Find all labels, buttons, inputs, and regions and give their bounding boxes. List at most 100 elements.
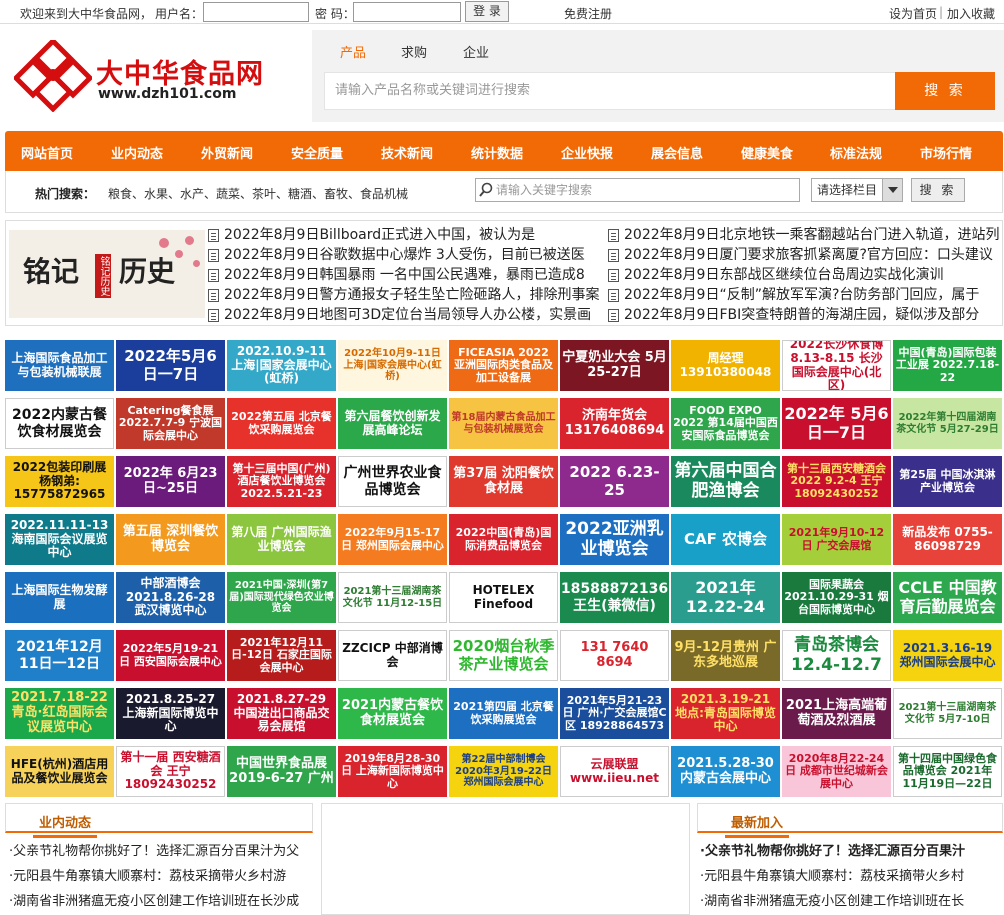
list-item[interactable]: ·父亲节礼物帮你挑好了！选择汇源百分百果汁为父: [9, 840, 309, 865]
ad-banner[interactable]: 2020年8月22-24日 成都市世纪城新会展中心: [782, 746, 891, 797]
ad-banner[interactable]: Catering餐食展 2022.7.7-9 宁波国际会展中心: [116, 398, 225, 449]
list-item[interactable]: ·元阳县牛角寨镇大顺寨村：荔枝采摘带火乡村: [700, 865, 1000, 890]
nav-trade-news[interactable]: 外贸新闻: [201, 143, 253, 162]
ad-banner[interactable]: 第18届内蒙古食品加工与包装机械展览会: [449, 398, 558, 449]
ad-banner[interactable]: ZZCICP 中部消博会: [338, 630, 447, 681]
news-item[interactable]: 2022年8月9日Billboard正式进入中国，被认为是: [208, 225, 600, 245]
ad-banner[interactable]: 周经理 13910380048: [671, 340, 780, 391]
ad-banner[interactable]: 中国世界食品展 2019-6-27 广州: [227, 746, 336, 797]
nav-industry-news[interactable]: 业内动态: [111, 143, 163, 162]
news-item[interactable]: 2022年8月9日谷歌数据中心爆炸 3人受伤，目前已被送医: [208, 245, 600, 265]
ad-banner[interactable]: 2022包装印刷展 杨钢弟: 15775872965: [5, 456, 114, 507]
ad-banner[interactable]: 第六届餐饮创新发展高峰论坛: [338, 398, 447, 449]
ad-banner[interactable]: 2022长沙休食博 8.13-8.15 长沙国际会展中心(北区): [782, 340, 891, 391]
main-search-input[interactable]: 请输入产品名称或关键词进行搜索: [324, 72, 896, 110]
ad-banner[interactable]: 广州世界农业食品博览会: [338, 456, 447, 507]
news-item[interactable]: 2022年8月9日“反制”解放军军演?台防务部门回应，属于: [608, 285, 1000, 305]
ad-banner[interactable]: 2021.3.16-19 郑州国际会展中心: [893, 630, 1002, 681]
ad-banner[interactable]: 2022第五届 北京餐饮采购展览会: [227, 398, 336, 449]
nav-statistics[interactable]: 统计数据: [471, 143, 523, 162]
ad-banner[interactable]: 新品发布 0755-86098729: [893, 514, 1002, 565]
ad-banner[interactable]: 济南年货会 13176408694: [560, 398, 669, 449]
ad-banner[interactable]: 2022内蒙古餐饮食材展览会: [5, 398, 114, 449]
ad-banner[interactable]: 2022年 6月23日~25日: [116, 456, 225, 507]
ad-banner[interactable]: 云展联盟 www.iieu.net: [560, 746, 669, 797]
ad-banner[interactable]: 2022.10.9-11 上海|国家会展中心(虹桥): [227, 340, 336, 391]
search-tab-company[interactable]: 企业: [463, 42, 489, 61]
ad-banner[interactable]: 2021第十三届湖南茶文化节 11月12-15日: [338, 572, 447, 623]
ad-banner[interactable]: 2022.11.11-13 海南国际会议展览中心: [5, 514, 114, 565]
ad-banner[interactable]: 第25届 中国冰淇淋产业博览会: [893, 456, 1002, 507]
ad-banner[interactable]: 第八届 广州国际渔业博览会: [227, 514, 336, 565]
ad-banner[interactable]: 2022年 5月6日一7日: [782, 398, 891, 449]
ad-banner[interactable]: 9月-12月贵州 广东多地巡展: [671, 630, 780, 681]
search-tab-product[interactable]: 产品: [340, 42, 366, 61]
chevron-down-icon[interactable]: [882, 179, 902, 201]
ad-banner[interactable]: 青岛茶博会 12.4-12.7: [782, 630, 891, 681]
ad-banner[interactable]: 2021年12月 11日一12日: [5, 630, 114, 681]
ad-banner[interactable]: 2021内蒙古餐饮食材展览会: [338, 688, 447, 739]
nav-market[interactable]: 市场行情: [920, 143, 972, 162]
nav-home[interactable]: 网站首页: [21, 143, 73, 162]
ad-banner[interactable]: HFE(杭州)酒店用品及餐饮业展览会: [5, 746, 114, 797]
ad-banner[interactable]: 2021年9月10-12日 广交会展馆: [782, 514, 891, 565]
keyword-input[interactable]: 请输入关键字搜索: [475, 178, 800, 202]
nav-standards[interactable]: 标准法规: [830, 143, 882, 162]
list-item[interactable]: ·父亲节礼物帮你挑好了！选择汇源百分百果汁: [700, 840, 1000, 865]
ad-banner[interactable]: 2021第四届 北京餐饮采购展览会: [449, 688, 558, 739]
ad-banner[interactable]: 第十一届 西安糖酒会 王宁 18092430252: [116, 746, 225, 797]
list-item[interactable]: ·元阳县牛角寨镇大顺寨村：荔枝采摘带火乡村游: [9, 865, 309, 890]
ad-banner[interactable]: 第五届 深圳餐饮博览会: [116, 514, 225, 565]
ad-banner[interactable]: 中国(青岛)国际包装工业展 2022.7.18-22: [893, 340, 1002, 391]
remember-history-image[interactable]: 铭记 铭记历史 历史: [9, 230, 205, 318]
industry-news-panel-title[interactable]: 业内动态: [32, 812, 98, 838]
news-item[interactable]: 2022年8月9日地图可3D定位台当局领导人办公楼，实景画: [208, 305, 600, 325]
ad-banner[interactable]: 2021上海高端葡萄酒及烈酒展: [782, 688, 891, 739]
main-search-button[interactable]: 搜 索: [895, 72, 995, 110]
ad-banner[interactable]: 2022 6.23-25: [560, 456, 669, 507]
nav-exhibitions[interactable]: 展会信息: [651, 143, 703, 162]
ad-banner[interactable]: 2021.3.19-21 地点:青岛国际博览中心: [671, 688, 780, 739]
ad-banner[interactable]: 2022年5月6日一7日: [116, 340, 225, 391]
keyword-search-button[interactable]: 搜 索: [911, 178, 965, 202]
list-item[interactable]: ·湖南省非洲猪瘟无疫小区创建工作培训班在长沙成: [9, 890, 309, 915]
ad-banner[interactable]: 2022年5月19-21日 西安国际会展中心: [116, 630, 225, 681]
nav-safety[interactable]: 安全质量: [291, 143, 343, 162]
ad-banner[interactable]: CAF 农博会: [671, 514, 780, 565]
ad-banner[interactable]: 2021年 12.22-24: [671, 572, 780, 623]
ad-banner[interactable]: 第37届 沈阳餐饮食材展: [449, 456, 558, 507]
ad-banner[interactable]: 上海国际食品加工与包装机械联展: [5, 340, 114, 391]
news-item[interactable]: 2022年8月9日韩国暴雨 一名中国公民遇难，暴雨已造成8: [208, 265, 600, 285]
list-item[interactable]: ·湖南省非洲猪瘟无疫小区创建工作培训班在长: [700, 890, 1000, 915]
username-input[interactable]: [203, 2, 309, 22]
nav-company-news[interactable]: 企业快报: [561, 143, 613, 162]
ad-banner[interactable]: 第22届中部制博会 2020年3月19-22日 郑州国际会展中心: [449, 746, 558, 797]
ad-banner[interactable]: 18588872136 王生(兼微信): [560, 572, 669, 623]
ad-banner[interactable]: 2021.8.27-29 中国进出口商品交易会展馆: [227, 688, 336, 739]
news-item[interactable]: 2022年8月9日北京地铁一乘客翻越站台门进入轨道，进站列: [608, 225, 1000, 245]
ad-banner[interactable]: 第六届中国合肥渔博会: [671, 456, 780, 507]
ad-banner[interactable]: HOTELEX Finefood: [449, 572, 558, 623]
ad-banner[interactable]: FICEASIA 2022 亚洲国际肉类食品及加工设备展: [449, 340, 558, 391]
ad-banner[interactable]: 2022年第十四届湖南茶文化节 5月27-29日: [893, 398, 1002, 449]
ad-banner[interactable]: 第十四届中国绿色食品博览会 2021年11月19日—22日: [893, 746, 1002, 797]
ad-banner[interactable]: 第十三届中国(广州)酒店餐饮业博览会 2022.5.21-23: [227, 456, 336, 507]
set-home-link[interactable]: 设为首页: [889, 5, 937, 22]
ad-banner[interactable]: 2021中国·深圳(第7届)国际现代绿色农业博览会: [227, 572, 336, 623]
search-tab-buy[interactable]: 求购: [401, 42, 427, 61]
login-button[interactable]: 登 录: [465, 1, 509, 22]
ad-banner[interactable]: 2022中国(青岛)国际消费品博览会: [449, 514, 558, 565]
register-link[interactable]: 免费注册: [564, 5, 612, 22]
ad-banner[interactable]: 2019年8月28-30日 上海新国际博览中心: [338, 746, 447, 797]
ad-banner[interactable]: 中部酒博会 2021.8.26-28 武汉博览中心: [116, 572, 225, 623]
latest-joined-panel-title[interactable]: 最新加入: [724, 812, 790, 838]
add-favorite-link[interactable]: 加入收藏: [947, 5, 995, 22]
news-item[interactable]: 2022年8月9日警方通报女子轻生坠亡险砸路人，排除刑事案: [208, 285, 600, 305]
ad-banner[interactable]: 2021.5.28-30 内蒙古会展中心: [671, 746, 780, 797]
ad-banner[interactable]: 2021.7.18-22 青岛·红岛国际会议展览中心: [5, 688, 114, 739]
news-item[interactable]: 2022年8月9日FBI突查特朗普的海湖庄园，疑似涉及部分: [608, 305, 1000, 325]
ad-banner[interactable]: 上海国际生物发酵展: [5, 572, 114, 623]
ad-banner[interactable]: CCLE 中国教育后勤展览会: [893, 572, 1002, 623]
ad-banner[interactable]: 2021年5月21-23日 广州·广交会展馆C区 18928864573: [560, 688, 669, 739]
ad-banner[interactable]: 2022年9月15-17日 郑州国际会展中心: [338, 514, 447, 565]
